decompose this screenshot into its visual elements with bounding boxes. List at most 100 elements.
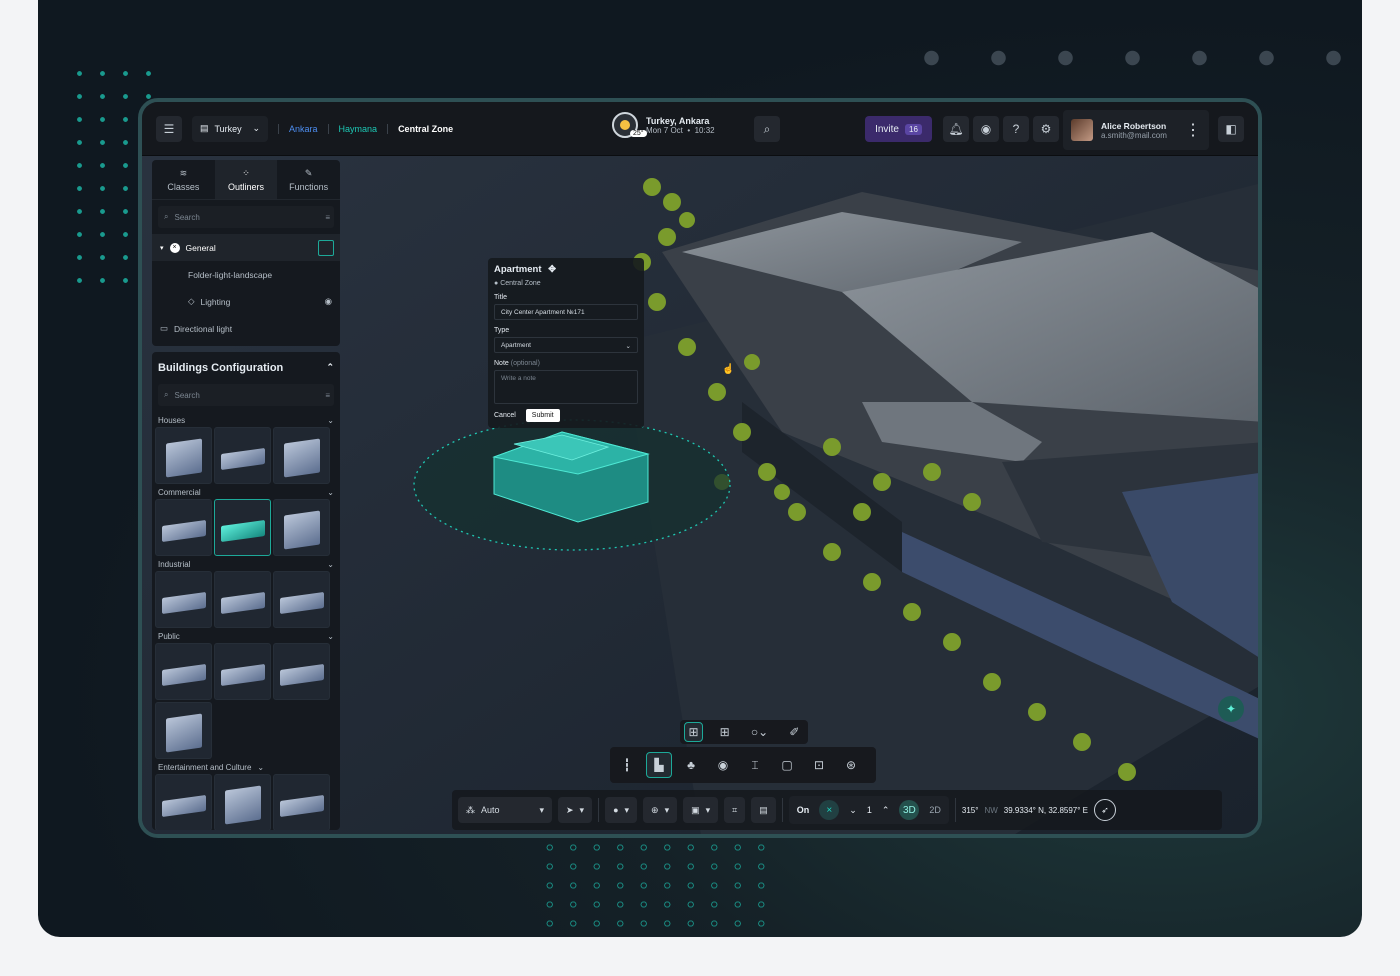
ruler-icon[interactable]: ┇ (614, 752, 640, 778)
chevron-down-icon[interactable]: ⌄ (849, 805, 857, 816)
filter-icon[interactable]: ≡ (325, 213, 330, 222)
category-commercial[interactable]: Commercial ⌄ (152, 484, 340, 499)
buildings-search-input[interactable]: ⌕ Search ≡ (158, 384, 334, 406)
outliner-search-input[interactable]: ⌕ Search ≡ (158, 206, 334, 228)
tree-item-lighting[interactable]: ◇ Lighting ◉ (152, 288, 340, 315)
breadcrumb-ankara[interactable]: Ankara (289, 124, 318, 134)
search-placeholder: Search (174, 212, 200, 222)
breadcrumb-central-zone[interactable]: Central Zone (398, 124, 453, 134)
add-square-icon[interactable]: ⊞ (684, 722, 704, 742)
panel-icon[interactable] (318, 239, 334, 256)
comment-tool[interactable]: ▤ (751, 797, 776, 823)
category-public[interactable]: Public ⌄ (152, 628, 340, 643)
cancel-button[interactable]: Cancel (494, 412, 516, 419)
view-3d-toggle[interactable]: 3D (899, 800, 920, 820)
building-thumbnail[interactable] (273, 427, 330, 484)
move-icon[interactable]: ✥ (548, 264, 556, 275)
view-2d-toggle[interactable]: 2D (929, 805, 941, 815)
tab-functions[interactable]: ✎ Functions (277, 160, 340, 199)
help-icon[interactable]: ? (1003, 116, 1029, 142)
note-textarea[interactable]: Write a note (494, 370, 638, 404)
chevron-down-icon: ⌄ (252, 123, 260, 133)
divider (387, 123, 389, 134)
user-menu[interactable]: Alice Robertson a.smith@mail.com ⋮ (1063, 110, 1209, 150)
grid-icon[interactable]: ⊞ (715, 722, 734, 742)
top-bar: ☰ ▤ Turkey ⌄ Ankara Haymana Central Zone… (142, 102, 1258, 156)
tab-classes[interactable]: ≋ Classes (152, 160, 215, 199)
category-label: Houses (158, 416, 186, 425)
menu-icon[interactable]: ☰ (156, 115, 182, 142)
location-icon[interactable]: ◉ (710, 752, 736, 778)
category-industrial[interactable]: Industrial ⌄ (152, 556, 340, 571)
submit-button[interactable]: Submit (525, 409, 560, 422)
note-label: Note (optional) (494, 360, 638, 367)
search-button[interactable]: ⌕ (754, 116, 780, 142)
building-thumbnail[interactable] (273, 571, 330, 628)
breadcrumb-haymana[interactable]: Haymana (339, 124, 378, 134)
building-thumbnail[interactable] (214, 774, 271, 830)
building-thumbnail[interactable] (155, 499, 212, 556)
type-label: Type (494, 327, 510, 334)
tree-label: Folder-light-landscape (188, 269, 273, 280)
popup-title: Apartment (494, 264, 542, 275)
frame-icon[interactable]: ▢ (774, 752, 800, 778)
popup-header: Apartment ✥ (494, 264, 638, 275)
divider (278, 123, 279, 134)
chevron-down-icon: ⌄ (327, 632, 334, 641)
location-tool[interactable]: ● ▾ (605, 797, 638, 823)
messenger-icon[interactable]: ◉ (973, 116, 999, 142)
invite-button[interactable]: Invite 16 (865, 116, 932, 142)
building-thumbnail[interactable] (214, 427, 271, 484)
globe-tool[interactable]: ⊕ ▾ (643, 797, 678, 823)
category-houses[interactable]: Houses ⌄ (152, 412, 340, 427)
building-thumbnail[interactable] (155, 643, 212, 700)
eye-icon[interactable]: ◉ (325, 296, 332, 307)
building-thumbnail[interactable] (214, 571, 271, 628)
tree-item-general[interactable]: ▾ × General (152, 234, 340, 261)
building-thumbnail-selected[interactable] (214, 499, 271, 556)
building-thumbnail[interactable] (273, 643, 330, 700)
panel-toggle-icon[interactable]: ◧ (1218, 116, 1244, 142)
bell-icon[interactable]: 🔔︎ (943, 116, 969, 142)
map-tool[interactable]: ⌗ (724, 797, 746, 823)
building-icon (221, 591, 265, 615)
height-icon[interactable]: ⌶ (742, 752, 768, 778)
more-vertical-icon[interactable]: ⋮ (1185, 120, 1201, 140)
target-icon[interactable]: ⊡ (806, 752, 832, 778)
pin-tool-icon[interactable]: ✐ (785, 722, 804, 742)
pointer-tool[interactable]: ➤ ▾ (558, 797, 593, 823)
tab-outliners[interactable]: ⁘ Outliners (214, 160, 278, 199)
title-input[interactable]: City Center Apartment №171 (494, 304, 638, 320)
building-thumbnail[interactable] (273, 499, 330, 556)
avatar (1071, 119, 1093, 141)
close-circle-icon: × (169, 242, 180, 253)
photo-tool[interactable]: ▣ ▾ (683, 797, 719, 823)
close-icon[interactable]: × (819, 800, 840, 820)
note-optional: (optional) (510, 360, 540, 367)
type-select[interactable]: Apartment ⌄ (494, 337, 638, 353)
filter-icon[interactable]: ≡ (325, 391, 330, 400)
folder-icon: ▤ (200, 123, 209, 133)
gear-icon[interactable]: ⚙ (1033, 116, 1059, 142)
ai-assistant-icon[interactable]: ✦ (1218, 696, 1244, 722)
buildings-config-header[interactable]: Buildings Configuration ⌃ (152, 352, 340, 384)
country-select[interactable]: ▤ Turkey ⌄ (192, 115, 268, 142)
building-thumbnail[interactable] (273, 774, 330, 830)
building-thumbnail[interactable] (214, 643, 271, 700)
circle-select-icon[interactable]: ○⌄ (746, 722, 773, 742)
caret-down-icon: ▾ (705, 804, 711, 815)
mode-select[interactable]: ⁂ Auto ▾ (458, 797, 552, 823)
building-icon[interactable]: ▙ (646, 752, 672, 778)
pin-marker-icon[interactable]: ⊛ (838, 752, 864, 778)
chevron-up-icon[interactable]: ⌃ (882, 805, 890, 816)
tree-icon[interactable]: ♣ (678, 752, 704, 778)
compass-icon[interactable]: ➶ (1094, 799, 1117, 821)
category-entertainment[interactable]: Entertainment and Culture ⌄ (152, 759, 340, 774)
tree-item-directional-light[interactable]: ▭ Directional light (152, 315, 340, 342)
building-thumbnail[interactable] (155, 774, 212, 830)
tree-item-folder[interactable]: Folder-light-landscape (152, 261, 340, 288)
building-thumbnail[interactable] (155, 427, 212, 484)
building-thumbnail[interactable] (155, 702, 212, 759)
building-thumbnail[interactable] (155, 571, 212, 628)
tree-label: Directional light (174, 323, 233, 334)
